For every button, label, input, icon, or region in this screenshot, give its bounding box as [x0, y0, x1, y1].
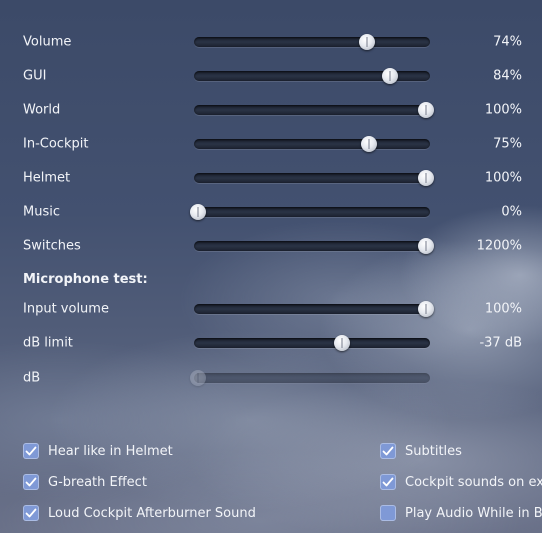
- checkmark-icon: [382, 477, 394, 487]
- db-limit-slider-thumb[interactable]: [333, 335, 350, 351]
- gui-slider-thumb[interactable]: [381, 68, 398, 84]
- microphone-test-heading: Microphone test:: [23, 272, 148, 287]
- checkbox-label-loud-cockpit-afterburner: Loud Cockpit Afterburner Sound: [48, 505, 256, 521]
- slider-row-db-limit: dB limit -37 dB: [0, 326, 542, 360]
- checkbox-label-play-audio-background: Play Audio While in Back: [405, 505, 542, 521]
- checkbox-subtitles[interactable]: Subtitles: [380, 440, 462, 462]
- checkbox-box[interactable]: [23, 505, 39, 521]
- volume-slider[interactable]: [194, 34, 430, 50]
- slider-label-in-cockpit: In-Cockpit: [23, 136, 89, 152]
- slider-label-volume: Volume: [23, 34, 72, 50]
- in-cockpit-slider[interactable]: [194, 136, 430, 152]
- db-meter-thumb: [190, 370, 206, 386]
- switches-slider-thumb[interactable]: [418, 238, 434, 254]
- slider-row-helmet: Helmet 100%: [0, 161, 542, 195]
- in-cockpit-slider-thumb[interactable]: [361, 136, 377, 152]
- world-slider-thumb[interactable]: [418, 102, 434, 118]
- checkbox-cockpit-sounds-external[interactable]: Cockpit sounds on exter: [380, 471, 542, 493]
- checkbox-box[interactable]: [380, 443, 396, 459]
- checkbox-hear-like-in-helmet[interactable]: Hear like in Helmet: [23, 440, 173, 462]
- slider-value-in-cockpit: 75%: [493, 136, 522, 152]
- db-limit-slider[interactable]: [194, 335, 430, 351]
- slider-label-db-limit: dB limit: [23, 335, 73, 351]
- checkbox-box[interactable]: [380, 505, 396, 521]
- input-volume-slider[interactable]: [194, 301, 434, 317]
- slider-value-helmet: 100%: [484, 170, 522, 186]
- checkmark-icon: [25, 446, 37, 456]
- slider-value-input-volume: 100%: [484, 301, 522, 317]
- switches-slider[interactable]: [194, 238, 434, 254]
- checkmark-icon: [382, 446, 394, 456]
- slider-row-music: Music 0%: [0, 195, 542, 229]
- checkbox-box[interactable]: [23, 443, 39, 459]
- slider-value-world: 100%: [484, 102, 522, 118]
- slider-row-db: dB: [0, 361, 542, 395]
- input-volume-slider-thumb[interactable]: [418, 301, 434, 317]
- checkbox-label-cockpit-sounds-external: Cockpit sounds on exter: [405, 474, 542, 490]
- checkbox-label-g-breath-effect: G-breath Effect: [48, 474, 147, 490]
- checkbox-box[interactable]: [380, 474, 396, 490]
- helmet-slider[interactable]: [194, 170, 434, 186]
- checkmark-icon: [25, 477, 37, 487]
- slider-value-db-limit: -37 dB: [479, 335, 522, 351]
- checkbox-label-hear-like-in-helmet: Hear like in Helmet: [48, 443, 173, 459]
- checkbox-loud-cockpit-afterburner[interactable]: Loud Cockpit Afterburner Sound: [23, 502, 256, 524]
- slider-value-music: 0%: [501, 204, 522, 220]
- world-slider[interactable]: [194, 102, 434, 118]
- checkbox-play-audio-background[interactable]: Play Audio While in Back: [380, 502, 542, 524]
- slider-label-world: World: [23, 102, 61, 118]
- gui-slider[interactable]: [194, 68, 430, 84]
- slider-label-music: Music: [23, 204, 60, 220]
- music-slider[interactable]: [190, 204, 430, 220]
- checkbox-g-breath-effect[interactable]: G-breath Effect: [23, 471, 147, 493]
- checkmark-icon: [25, 508, 37, 518]
- slider-label-db: dB: [23, 370, 41, 386]
- slider-row-in-cockpit: In-Cockpit 75%: [0, 127, 542, 161]
- helmet-slider-thumb[interactable]: [418, 170, 434, 186]
- slider-row-world: World 100%: [0, 93, 542, 127]
- slider-label-gui: GUI: [23, 68, 47, 84]
- slider-label-input-volume: Input volume: [23, 301, 109, 317]
- slider-value-volume: 74%: [493, 34, 522, 50]
- music-slider-thumb[interactable]: [190, 204, 206, 220]
- slider-row-volume: Volume 74%: [0, 25, 542, 59]
- volume-slider-thumb[interactable]: [358, 34, 375, 50]
- slider-value-switches: 1200%: [476, 238, 522, 254]
- db-meter: [190, 370, 430, 386]
- checkbox-box[interactable]: [23, 474, 39, 490]
- checkbox-label-subtitles: Subtitles: [405, 443, 462, 459]
- slider-row-gui: GUI 84%: [0, 59, 542, 93]
- slider-value-gui: 84%: [493, 68, 522, 84]
- slider-label-helmet: Helmet: [23, 170, 71, 186]
- slider-row-input-volume: Input volume 100%: [0, 292, 542, 326]
- slider-row-switches: Switches 1200%: [0, 229, 542, 263]
- slider-label-switches: Switches: [23, 238, 81, 254]
